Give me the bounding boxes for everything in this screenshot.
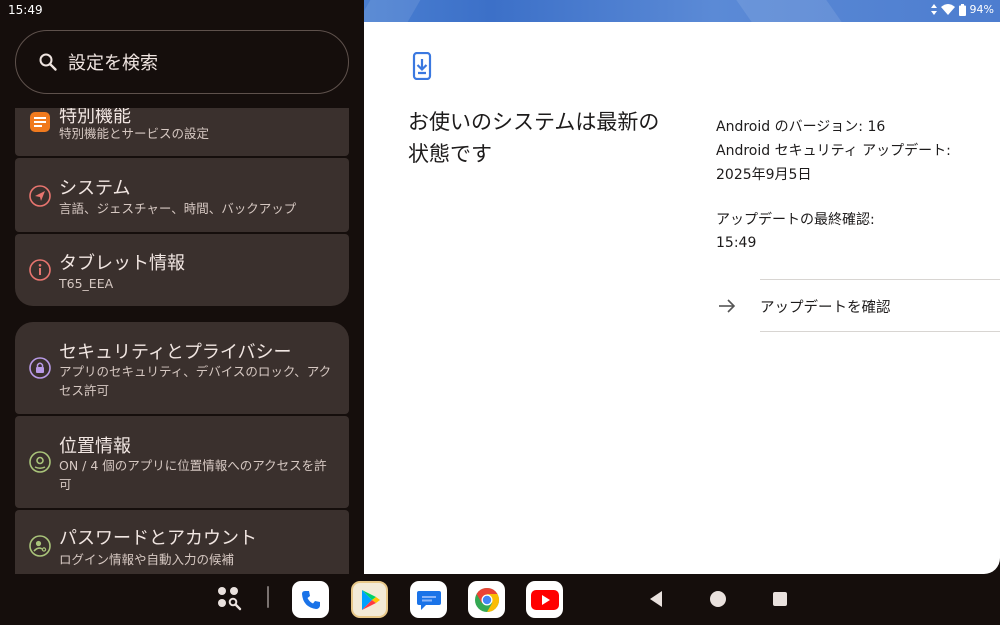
update-status-headline: お使いのシステムは最新の状態です	[408, 110, 660, 166]
settings-item-subtitle: T65_EEA	[59, 276, 114, 291]
settings-item-location[interactable]: 位置情報 ON / 4 個のアプリに位置情報へのアクセスを許可	[15, 416, 349, 508]
settings-item-accessibility[interactable]: 特別機能 特別機能とサービスの設定	[15, 108, 349, 156]
home-button[interactable]	[709, 590, 727, 612]
settings-item-subtitle: 特別機能とサービスの設定	[59, 126, 210, 141]
taskbar	[0, 574, 1000, 625]
status-icons: 94%	[930, 3, 994, 16]
divider	[760, 331, 1000, 332]
system-icon	[28, 184, 52, 208]
account-key-icon	[28, 534, 52, 558]
search-placeholder: 設定を検索	[68, 53, 158, 74]
settings-item-subtitle: 言語、ジェスチャー、時間、バックアップ	[59, 201, 297, 216]
system-update-icon	[410, 51, 434, 81]
check-for-update-label: アップデートを確認	[760, 299, 891, 316]
settings-item-system[interactable]: システム 言語、ジェスチャー、時間、バックアップ	[15, 158, 349, 232]
settings-item-title: タブレット情報	[59, 253, 185, 274]
settings-item-passwords-accounts[interactable]: パスワードとアカウント ログイン情報や自動入力の候補	[15, 510, 349, 574]
settings-item-subtitle: ON / 4 個のアプリに位置情報へのアクセスを許可	[59, 458, 327, 492]
settings-item-title: セキュリティとプライバシー	[59, 342, 292, 363]
data-transfer-icon	[930, 4, 937, 15]
messages-app-icon[interactable]	[410, 581, 447, 618]
phone-app-icon[interactable]	[292, 581, 329, 618]
settings-item-title: システム	[59, 178, 131, 199]
settings-list-pane: 設定を検索 特別機能 特別機能とサービスの設定 システム 言語、ジェスチャー、時…	[0, 22, 364, 574]
wifi-icon	[940, 4, 955, 15]
battery-percent: 94%	[969, 3, 994, 16]
check-for-update-button[interactable]: アップデートを確認	[716, 290, 1000, 322]
play-store-app-icon[interactable]	[351, 581, 388, 618]
divider	[760, 279, 1000, 280]
accessibility-icon	[28, 110, 52, 134]
recents-button[interactable]	[772, 591, 788, 611]
back-button[interactable]	[648, 590, 664, 612]
settings-item-security-privacy[interactable]: セキュリティとプライバシー アプリのセキュリティ、デバイスのロック、アクセス許可	[15, 322, 349, 414]
search-bar[interactable]: 設定を検索	[15, 30, 349, 94]
settings-item-title: パスワードとアカウント	[59, 528, 257, 549]
arrow-right-icon	[716, 295, 738, 317]
security-update-label: Android セキュリティ アップデート:	[716, 143, 951, 159]
info-icon	[28, 258, 52, 282]
last-check-time: 15:49	[716, 235, 757, 251]
taskbar-separator	[267, 586, 269, 608]
location-icon	[28, 450, 52, 474]
status-time: 15:49	[8, 3, 43, 17]
youtube-app-icon[interactable]	[526, 581, 563, 618]
system-update-pane: お使いのシステムは最新の状態です Android のバージョン: 16 Andr…	[364, 22, 1000, 574]
status-bar-right: 94%	[364, 0, 1000, 22]
chrome-app-icon[interactable]	[468, 581, 505, 618]
settings-item-title: 位置情報	[59, 436, 131, 457]
android-version: Android のバージョン: 16	[716, 119, 886, 135]
settings-list: 特別機能 特別機能とサービスの設定 システム 言語、ジェスチャー、時間、バックア…	[0, 108, 364, 574]
settings-item-subtitle: ログイン情報や自動入力の候補	[59, 552, 235, 567]
last-check-label: アップデートの最終確認:	[716, 212, 875, 228]
app-drawer-icon[interactable]	[214, 583, 244, 617]
security-update-date: 2025年9月5日	[716, 167, 812, 183]
settings-item-tablet-info[interactable]: タブレット情報 T65_EEA	[15, 234, 349, 306]
search-icon	[38, 52, 58, 72]
settings-item-subtitle: アプリのセキュリティ、デバイスのロック、アクセス許可	[59, 364, 332, 398]
battery-icon	[958, 3, 966, 16]
lock-icon	[28, 356, 52, 380]
